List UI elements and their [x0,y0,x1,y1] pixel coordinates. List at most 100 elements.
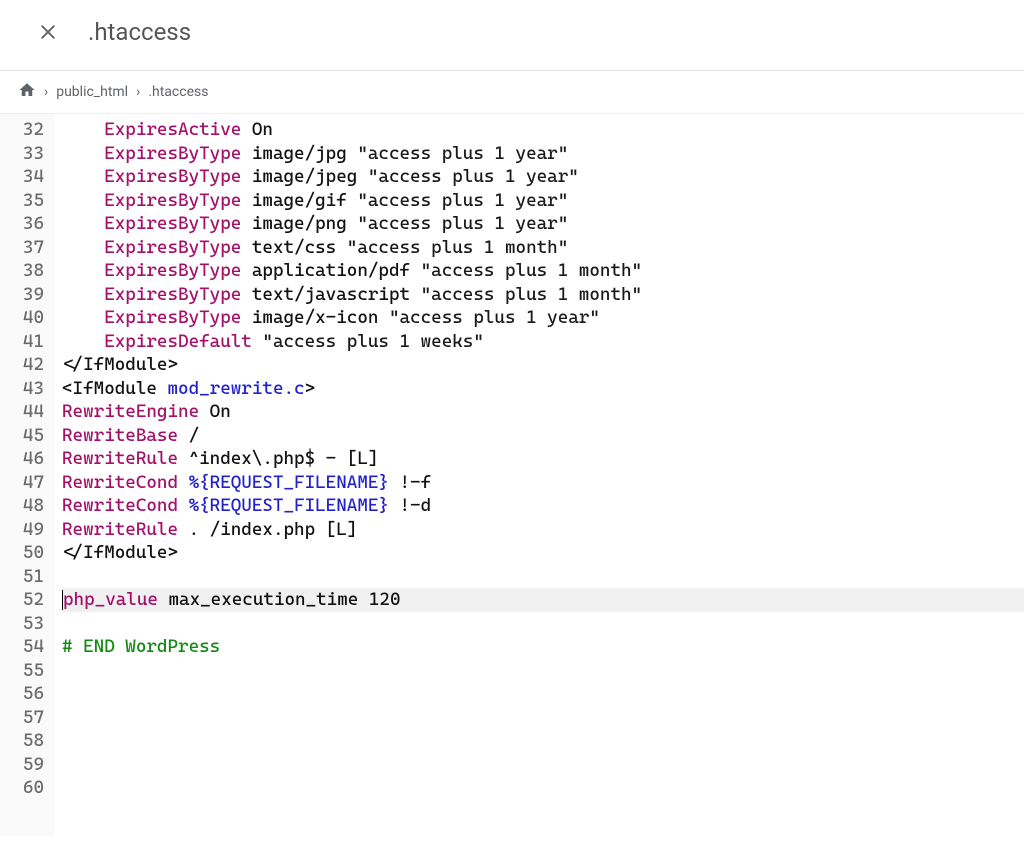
code-token [178,519,189,540]
code-token [178,425,189,446]
line-number-gutter: 3233343536373839404142434445464748495051… [0,114,54,836]
code-token: %{REQUEST_FILENAME} [189,472,389,493]
code-line[interactable]: RewriteRule ^index\.php$ - [L] [62,447,1024,471]
code-token [62,331,104,352]
code-line[interactable] [62,659,1024,683]
code-line[interactable]: ExpiresByType image/x-icon "access plus … [62,306,1024,330]
code-line[interactable] [62,776,1024,800]
code-line[interactable] [62,682,1024,706]
code-line[interactable]: ExpiresByType text/css "access plus 1 mo… [62,236,1024,260]
breadcrumb-item[interactable]: public_html [56,84,128,100]
code-line[interactable]: RewriteCond %{REQUEST_FILENAME} !-f [62,471,1024,495]
breadcrumb-item[interactable]: .htaccess [148,84,208,100]
breadcrumb: › public_html › .htaccess [0,71,1024,114]
code-token: ExpiresDefault [104,331,252,352]
code-line[interactable]: ExpiresByType application/pdf "access pl… [62,259,1024,283]
code-token: text/css [252,237,347,258]
code-line[interactable]: php_value max_execution_time 120 [62,588,1024,612]
code-token [241,284,252,305]
line-number: 50 [6,541,44,565]
code-token [199,401,210,422]
code-token: ExpiresByType [104,143,241,164]
home-icon[interactable] [18,81,36,103]
code-area[interactable]: ExpiresActive On ExpiresByType image/jpg… [54,114,1024,836]
code-token: "access plus 1 year" [357,190,568,211]
code-token [241,237,252,258]
line-number: 43 [6,377,44,401]
code-token: ExpiresByType [104,260,241,281]
code-token [389,495,400,516]
line-number: 60 [6,776,44,800]
code-line[interactable]: </IfModule> [62,353,1024,377]
code-token: image/x-icon [252,307,389,328]
code-token: "access plus 1 month" [421,284,642,305]
code-token: application/pdf [252,260,421,281]
line-number: 49 [6,518,44,542]
file-title: .htaccess [88,18,191,46]
code-token: </IfModule> [62,542,178,563]
code-token: image/jpg [252,143,357,164]
code-token: image/jpeg [252,166,368,187]
code-token: "access plus 1 year" [389,307,600,328]
line-number: 58 [6,729,44,753]
code-token [178,495,189,516]
line-number: 59 [6,753,44,777]
line-number: 32 [6,118,44,142]
code-line[interactable]: ExpiresByType image/jpg "access plus 1 y… [62,142,1024,166]
line-number: 40 [6,306,44,330]
code-token: RewriteEngine [62,401,199,422]
code-token [62,190,104,211]
code-line[interactable] [62,565,1024,589]
line-number: 34 [6,165,44,189]
code-editor[interactable]: 3233343536373839404142434445464748495051… [0,114,1024,836]
editor-header: .htaccess [0,0,1024,71]
code-token: !-d [400,495,432,516]
code-token: ExpiresByType [104,284,241,305]
code-token [241,260,252,281]
line-number: 52 [6,588,44,612]
code-line[interactable] [62,729,1024,753]
code-line[interactable]: ExpiresDefault "access plus 1 weeks" [62,330,1024,354]
code-line[interactable]: </IfModule> [62,541,1024,565]
code-line[interactable]: ExpiresByType image/png "access plus 1 y… [62,212,1024,236]
line-number: 47 [6,471,44,495]
code-line[interactable] [62,612,1024,636]
code-line[interactable]: <IfModule mod_rewrite.c> [62,377,1024,401]
code-token [62,284,104,305]
code-token: %{REQUEST_FILENAME} [189,495,389,516]
close-button[interactable] [36,20,60,44]
code-line[interactable]: # END WordPress [62,635,1024,659]
code-line[interactable]: ExpiresByType image/gif "access plus 1 y… [62,189,1024,213]
code-line[interactable]: RewriteRule . /index.php [L] [62,518,1024,542]
code-token: RewriteBase [62,425,178,446]
line-number: 39 [6,283,44,307]
code-line[interactable]: RewriteBase / [62,424,1024,448]
code-token: php_value [63,589,158,610]
code-token: # END WordPress [62,636,220,657]
code-token [62,213,104,234]
code-line[interactable]: ExpiresByType image/jpeg "access plus 1 … [62,165,1024,189]
code-line[interactable] [62,706,1024,730]
code-token [62,143,104,164]
line-number: 54 [6,635,44,659]
line-number: 45 [6,424,44,448]
breadcrumb-separator: › [136,84,140,100]
code-line[interactable]: ExpiresByType text/javascript "access pl… [62,283,1024,307]
code-token: image/gif [252,190,357,211]
code-line[interactable]: RewriteEngine On [62,400,1024,424]
code-token: text/javascript [252,284,421,305]
code-token: RewriteRule [62,448,178,469]
code-line[interactable] [62,753,1024,777]
code-token: ExpiresByType [104,307,241,328]
line-number: 33 [6,142,44,166]
code-line[interactable]: ExpiresActive On [62,118,1024,142]
line-number: 53 [6,612,44,636]
code-token: ExpiresByType [104,190,241,211]
code-token: / [189,425,200,446]
line-number: 46 [6,447,44,471]
code-token: ^index\.php$ - [L] [189,448,379,469]
line-number: 44 [6,400,44,424]
code-token: ExpiresByType [104,213,241,234]
code-line[interactable]: RewriteCond %{REQUEST_FILENAME} !-d [62,494,1024,518]
code-token: </IfModule> [62,354,178,375]
